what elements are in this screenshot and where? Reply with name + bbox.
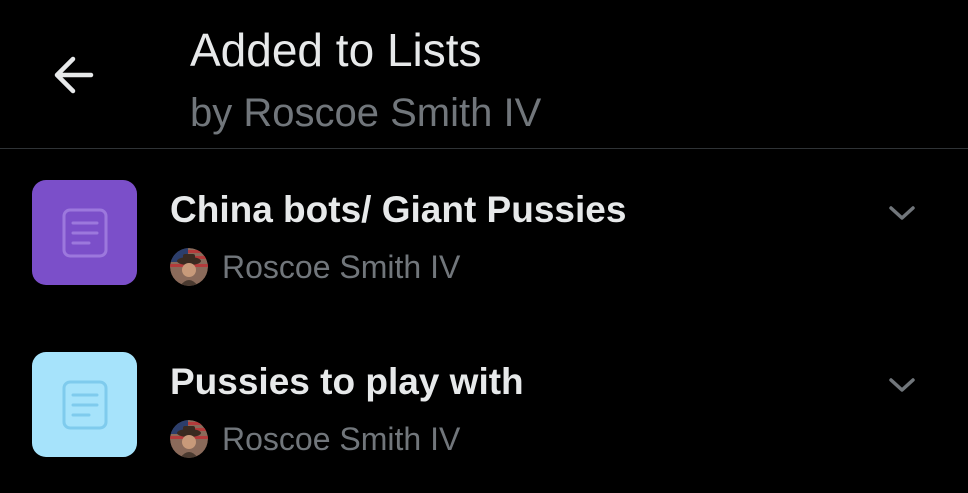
list-owner: Roscoe Smith IV bbox=[170, 417, 460, 461]
list-options-button[interactable] bbox=[880, 191, 924, 235]
list-document-icon bbox=[62, 208, 107, 257]
avatar bbox=[170, 248, 208, 286]
list-item[interactable]: Pussies to play with Roscoe Smith IV bbox=[0, 321, 968, 493]
page-subtitle: by Roscoe Smith IV bbox=[190, 91, 542, 135]
list-name: Pussies to play with bbox=[170, 361, 524, 402]
list-icon bbox=[32, 352, 137, 457]
avatar bbox=[170, 420, 208, 458]
owner-name: Roscoe Smith IV bbox=[222, 421, 461, 457]
owner-name: Roscoe Smith IV bbox=[222, 249, 461, 285]
header: Added to Lists by Roscoe Smith IV bbox=[0, 0, 968, 148]
page-title: Added to Lists bbox=[190, 24, 482, 76]
arrow-left-icon bbox=[54, 56, 94, 94]
list-item[interactable]: China bots/ Giant Pussies Roscoe Smith I… bbox=[0, 149, 968, 321]
back-button[interactable] bbox=[40, 42, 106, 108]
list-document-icon bbox=[62, 380, 107, 429]
chevron-down-icon bbox=[889, 378, 915, 392]
list-icon bbox=[32, 180, 137, 285]
list-options-button[interactable] bbox=[880, 363, 924, 407]
list-name: China bots/ Giant Pussies bbox=[170, 189, 627, 230]
chevron-down-icon bbox=[889, 206, 915, 220]
list-owner: Roscoe Smith IV bbox=[170, 245, 460, 289]
